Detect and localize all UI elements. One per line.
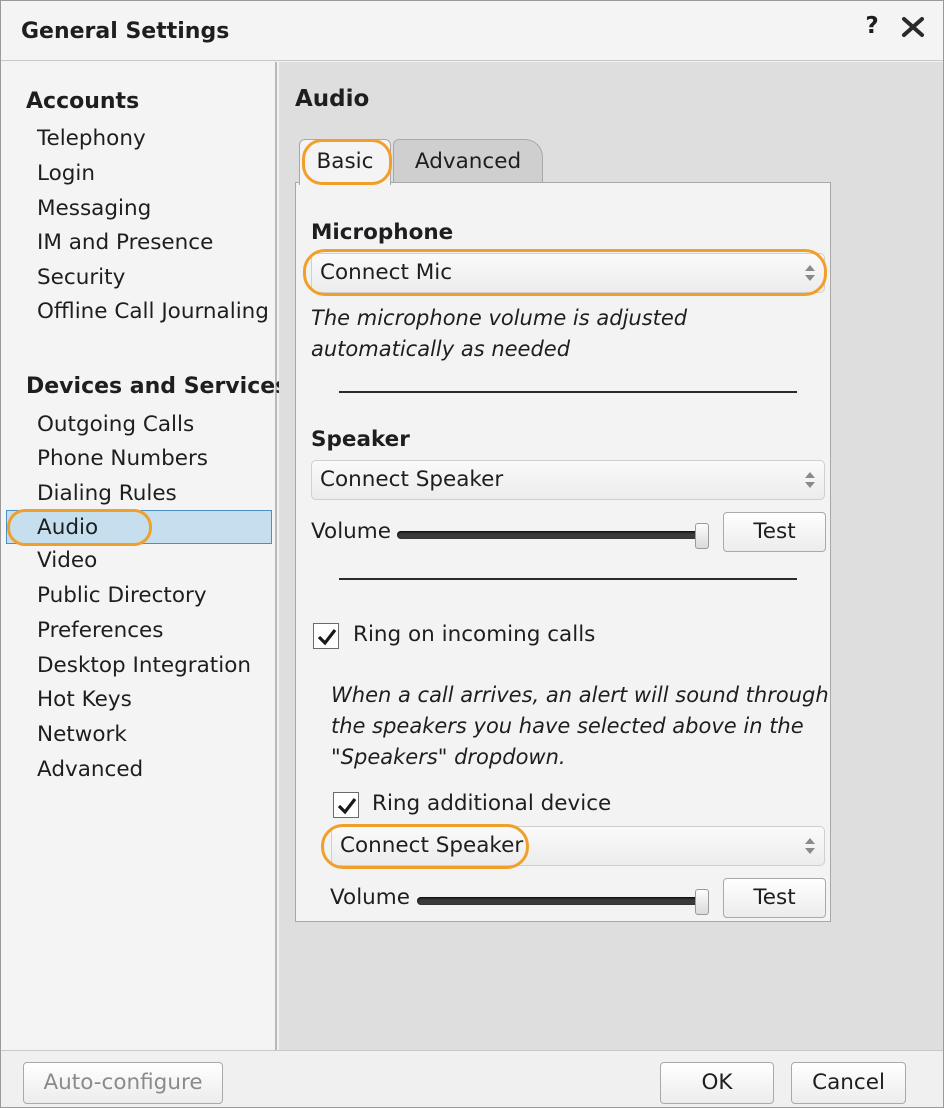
sidebar-item-outgoing-calls[interactable]: Outgoing Calls xyxy=(37,408,194,442)
page-title: Audio xyxy=(295,86,370,112)
additional-volume-slider[interactable] xyxy=(417,889,709,915)
slider-thumb[interactable] xyxy=(695,523,709,549)
speaker-label: Speaker xyxy=(311,427,410,452)
ring-incoming-checkbox[interactable] xyxy=(313,623,339,649)
highlight-audio xyxy=(7,509,152,546)
speaker-volume-label: Volume xyxy=(311,519,391,544)
speaker-dropdown-value: Connect Speaker xyxy=(320,467,504,492)
settings-window: General Settings ? Accounts Telephony Lo… xyxy=(0,0,944,1108)
highlight-additional-device-dropdown xyxy=(321,824,529,869)
sidebar-group-accounts: Accounts xyxy=(26,89,140,114)
sidebar-item-desktop-integration[interactable]: Desktop Integration xyxy=(37,649,251,683)
auto-configure-button[interactable]: Auto-configure xyxy=(23,1062,223,1104)
ring-incoming-label[interactable]: Ring on incoming calls xyxy=(353,622,595,647)
sidebar-item-im-presence[interactable]: IM and Presence xyxy=(37,226,213,260)
sidebar-item-messaging[interactable]: Messaging xyxy=(37,192,151,226)
ring-additional-label[interactable]: Ring additional device xyxy=(372,791,611,816)
sidebar-item-advanced[interactable]: Advanced xyxy=(37,753,143,787)
microphone-note: The microphone volume is adjusted automa… xyxy=(311,306,688,361)
sidebar-item-login[interactable]: Login xyxy=(37,157,95,191)
tab-advanced[interactable]: Advanced xyxy=(393,139,543,183)
sidebar-group-devices: Devices and Services xyxy=(26,374,289,399)
additional-test-button[interactable]: Test xyxy=(723,878,826,918)
sidebar-item-public-directory[interactable]: Public Directory xyxy=(37,579,207,613)
ok-button[interactable]: OK xyxy=(660,1062,774,1104)
ring-incoming-note-line2: the speakers you have selected above in … xyxy=(331,714,804,738)
window-title: General Settings xyxy=(21,19,230,44)
highlight-microphone-dropdown xyxy=(303,249,827,296)
close-icon xyxy=(902,17,924,37)
slider-thumb[interactable] xyxy=(695,889,709,915)
microphone-label: Microphone xyxy=(311,220,454,245)
checkmark-icon xyxy=(337,798,357,815)
title-bar: General Settings ? xyxy=(1,1,943,61)
sidebar-item-video[interactable]: Video xyxy=(37,544,97,578)
sidebar-item-preferences[interactable]: Preferences xyxy=(37,614,163,648)
help-button[interactable]: ? xyxy=(859,13,885,43)
speaker-test-button[interactable]: Test xyxy=(723,512,826,552)
ring-incoming-note-line1: When a call arrives, an alert will sound… xyxy=(331,683,829,707)
cancel-button[interactable]: Cancel xyxy=(791,1062,906,1104)
divider-2 xyxy=(339,578,797,580)
updown-arrow-icon xyxy=(805,838,815,854)
divider-1 xyxy=(339,391,797,393)
sidebar-item-phone-numbers[interactable]: Phone Numbers xyxy=(37,442,208,476)
checkmark-icon xyxy=(317,629,337,646)
close-button[interactable] xyxy=(897,11,929,43)
highlight-basic-tab xyxy=(302,139,392,185)
additional-volume-label: Volume xyxy=(330,885,410,910)
slider-track xyxy=(417,897,701,905)
updown-arrow-icon xyxy=(805,472,815,488)
sidebar-item-security[interactable]: Security xyxy=(37,261,125,295)
sidebar-item-hot-keys[interactable]: Hot Keys xyxy=(37,683,132,717)
sidebar-item-network[interactable]: Network xyxy=(37,718,127,752)
speaker-volume-slider[interactable] xyxy=(397,523,709,549)
sidebar-item-dialing-rules[interactable]: Dialing Rules xyxy=(37,477,177,511)
sidebar-item-offline-call-journaling[interactable]: Offline Call Journaling xyxy=(37,295,269,329)
speaker-dropdown[interactable]: Connect Speaker xyxy=(311,460,825,500)
sidebar-item-telephony[interactable]: Telephony xyxy=(37,122,146,156)
ring-additional-checkbox[interactable] xyxy=(333,792,359,818)
slider-track xyxy=(397,531,701,539)
ring-incoming-note-line3: "Speakers" dropdown. xyxy=(331,745,566,769)
